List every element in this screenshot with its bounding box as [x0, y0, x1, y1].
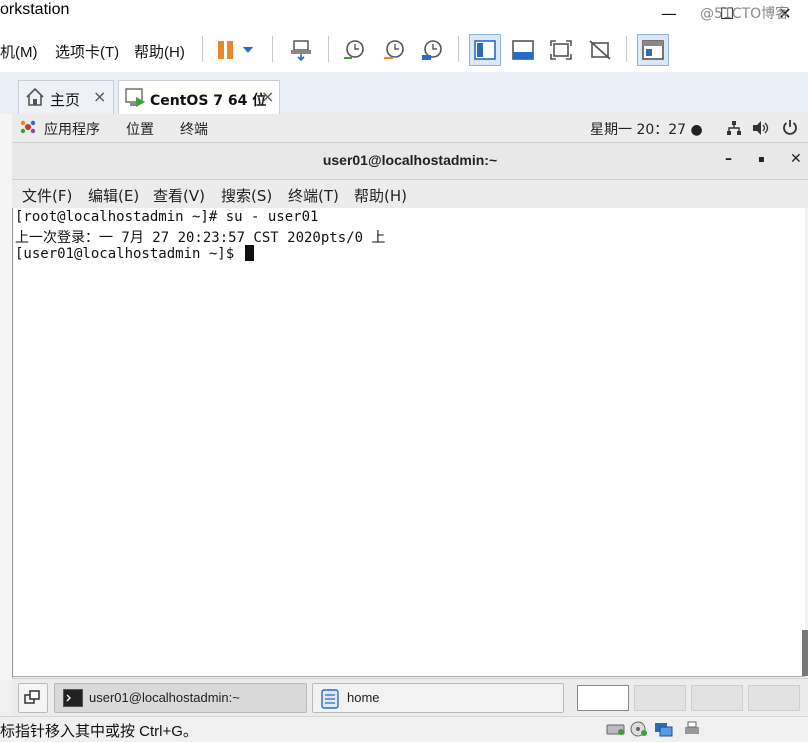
snapshot-manager-icon[interactable] [416, 34, 448, 66]
fullscreen-icon[interactable] [545, 34, 577, 66]
toolbar-divider [328, 36, 329, 62]
vm-menubar-toolbar: 机(M) 选项卡(T) 帮助(H) [0, 26, 808, 72]
network-icon[interactable] [726, 120, 742, 140]
show-desktop-button[interactable] [18, 683, 48, 713]
task-home-label: home [347, 690, 380, 705]
terminal-menubar: 文件(F) 编辑(E) 查看(V) 搜索(S) 终端(T) 帮助(H) [12, 180, 808, 208]
applications-icon [20, 119, 36, 139]
power-icon[interactable] [782, 119, 798, 139]
home-icon [25, 87, 45, 111]
tab-strip: 主页 × CentOS 7 64 位 × [0, 72, 808, 114]
network-adapter-icon[interactable] [654, 721, 674, 741]
snapshot-icon[interactable] [338, 34, 370, 66]
toolbar-divider [458, 36, 459, 62]
terminal-scrollbar[interactable] [802, 630, 808, 676]
status-bar: 标指针移入其中或按 Ctrl+G。 [0, 716, 808, 742]
terminal-close-button[interactable]: ✕ [790, 151, 802, 167]
dropdown-icon[interactable] [238, 34, 258, 66]
library-icon[interactable] [637, 34, 669, 66]
task-terminal-label: user01@localhostadmin:~ [89, 690, 240, 705]
tab-home[interactable]: 主页 × [18, 80, 114, 114]
workspace-2[interactable] [634, 685, 686, 711]
volume-icon[interactable] [752, 120, 770, 140]
hard-disk-icon[interactable] [606, 721, 626, 741]
text-cursor [244, 245, 254, 261]
title-bar: orkstation — ☐ ✕ [0, 0, 808, 26]
terminal-line: 上一次登录：一 7月 27 20:23:57 CST 2020pts/0 上 [15, 230, 386, 246]
places-menu[interactable]: 位置 [126, 119, 154, 139]
toolbar-divider [202, 36, 203, 62]
tab-centos-label: CentOS 7 64 位 [150, 93, 267, 109]
menu-tabs[interactable]: 选项卡(T) [55, 41, 119, 62]
close-tab-icon[interactable]: × [261, 87, 274, 106]
toolbar-divider [626, 36, 627, 62]
menu-help[interactable]: 帮助(H) [134, 41, 185, 62]
task-home[interactable]: home [312, 683, 564, 713]
terminal-prompt: [user01@localhostadmin ~]$ [15, 246, 243, 262]
workspace-3[interactable] [691, 685, 743, 711]
applications-menu[interactable]: 应用程序 [44, 119, 100, 139]
terminal-menu-terminal[interactable]: 终端(T) [288, 185, 339, 206]
workspace-4[interactable] [748, 685, 800, 711]
status-hint: 标指针移入其中或按 Ctrl+G。 [0, 723, 198, 740]
window-title: orkstation [0, 1, 70, 18]
thumbnail-view-icon[interactable] [507, 34, 539, 66]
workspace-1[interactable] [577, 685, 629, 711]
printer-icon[interactable] [683, 721, 701, 741]
tab-centos[interactable]: CentOS 7 64 位 × [118, 80, 280, 114]
terminal-title: user01@localhostadmin:~ [322, 152, 498, 168]
revert-snapshot-icon[interactable] [378, 34, 410, 66]
terminal-icon [63, 689, 83, 711]
terminal-menu-file[interactable]: 文件(F) [22, 185, 72, 206]
toolbar-divider [272, 36, 273, 62]
gnome-window-list: user01@localhostadmin:~ home [12, 678, 808, 717]
terminal-app-menu[interactable]: 终端 [180, 119, 208, 139]
minimize-button[interactable]: — [646, 0, 692, 26]
file-manager-icon [321, 689, 339, 713]
terminal-minimize-button[interactable]: – [725, 151, 732, 167]
terminal-titlebar: user01@localhostadmin:~ – ▪ ✕ [12, 143, 808, 180]
send-ctrl-alt-del-icon[interactable] [285, 34, 317, 66]
watermark: @51CTO博客 [700, 6, 790, 22]
cd-dvd-icon[interactable] [630, 721, 648, 741]
terminal-maximize-button[interactable]: ▪ [758, 154, 765, 165]
show-desktop-icon [24, 690, 40, 704]
gnome-top-panel: 应用程序 位置 终端 星期一 20：27 ● [12, 114, 808, 143]
terminal-menu-edit[interactable]: 编辑(E) [88, 185, 139, 206]
clock[interactable]: 星期一 20：27 ● [590, 119, 703, 139]
tab-home-label: 主页 [50, 91, 81, 109]
console-view-icon[interactable] [469, 34, 501, 66]
terminal-prompt-line: [user01@localhostadmin ~]$ [15, 245, 254, 262]
task-terminal[interactable]: user01@localhostadmin:~ [54, 683, 307, 713]
terminal-menu-search[interactable]: 搜索(S) [221, 185, 272, 206]
terminal-menu-help[interactable]: 帮助(H) [354, 185, 407, 206]
menu-vm[interactable]: 机(M) [0, 41, 38, 62]
terminal-menu-view[interactable]: 查看(V) [153, 185, 205, 206]
terminal-output[interactable]: [root@localhostadmin ~]# su - user01 上一次… [12, 208, 805, 677]
close-tab-icon[interactable]: × [93, 87, 106, 106]
unity-icon[interactable] [584, 34, 616, 66]
vm-running-icon [125, 87, 147, 113]
terminal-line: [root@localhostadmin ~]# su - user01 [15, 209, 319, 225]
